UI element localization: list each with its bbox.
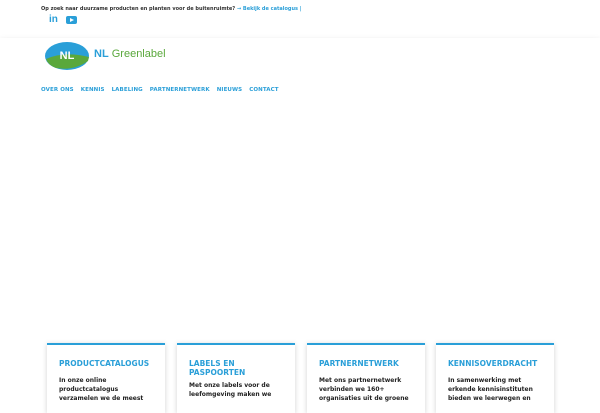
card-title: KENNISOVERDRACHT: [448, 359, 538, 368]
social-links: in: [49, 14, 77, 25]
nav-item-over-ons[interactable]: OVER ONS: [41, 87, 74, 93]
card-title: LABELS EN PASPOORTEN: [189, 359, 246, 377]
link-separator: |: [299, 6, 302, 12]
card-text: In onze online productcatalogus verzamel…: [59, 377, 144, 402]
nav-item-contact[interactable]: CONTACT: [249, 87, 278, 93]
announcement-text: Op zoek naar duurzame producten en plant…: [41, 6, 236, 12]
card-productcatalogus[interactable]: PRODUCTCATALOGUS In onze online productc…: [47, 343, 165, 413]
card-partnernetwerk[interactable]: PARTNERNETWERK Met ons partnernetwerk ve…: [307, 343, 425, 413]
site-header: NL NL Greenlabel OVER ONS KENNIS LABELIN…: [0, 38, 600, 102]
card-title: PRODUCTCATALOGUS: [59, 359, 150, 368]
catalogus-link[interactable]: → Bekijk de catalogus: [237, 6, 298, 12]
nav-item-nieuws[interactable]: NIEUWS: [217, 87, 243, 93]
nav-item-labeling[interactable]: LABELING: [112, 87, 143, 93]
card-kennisoverdracht[interactable]: KENNISOVERDRACHT In samenwerking met erk…: [436, 343, 554, 413]
main-nav: OVER ONS KENNIS LABELING PARTNERNETWERK …: [41, 87, 279, 93]
brand-greenlabel: Greenlabel: [111, 48, 166, 60]
nav-item-kennis[interactable]: KENNIS: [81, 87, 105, 93]
nav-item-partnernetwerk[interactable]: PARTNERNETWERK: [150, 87, 210, 93]
announcement-bar: Op zoek naar duurzame producten en plant…: [41, 6, 302, 12]
hero-area: [0, 102, 600, 342]
brand-name[interactable]: NL Greenlabel: [94, 48, 166, 60]
top-bar: Op zoek naar duurzame producten en plant…: [0, 0, 600, 38]
card-text: In samenwerking met erkende kennisinstit…: [448, 377, 533, 402]
svg-text:NL: NL: [60, 50, 75, 62]
brand-nl: NL: [94, 48, 109, 60]
card-labels-en-paspoorten[interactable]: LABELS EN PASPOORTEN Met onze labels voo…: [177, 343, 295, 413]
card-title: PARTNERNETWERK: [319, 359, 399, 368]
card-text: Met onze labels voor de leefomgeving mak…: [189, 382, 272, 398]
linkedin-icon[interactable]: in: [49, 14, 58, 25]
logo-icon[interactable]: NL: [44, 41, 90, 71]
card-text: Met ons partnernetwerk verbinden we 160+…: [319, 377, 409, 402]
youtube-icon[interactable]: [65, 15, 77, 24]
